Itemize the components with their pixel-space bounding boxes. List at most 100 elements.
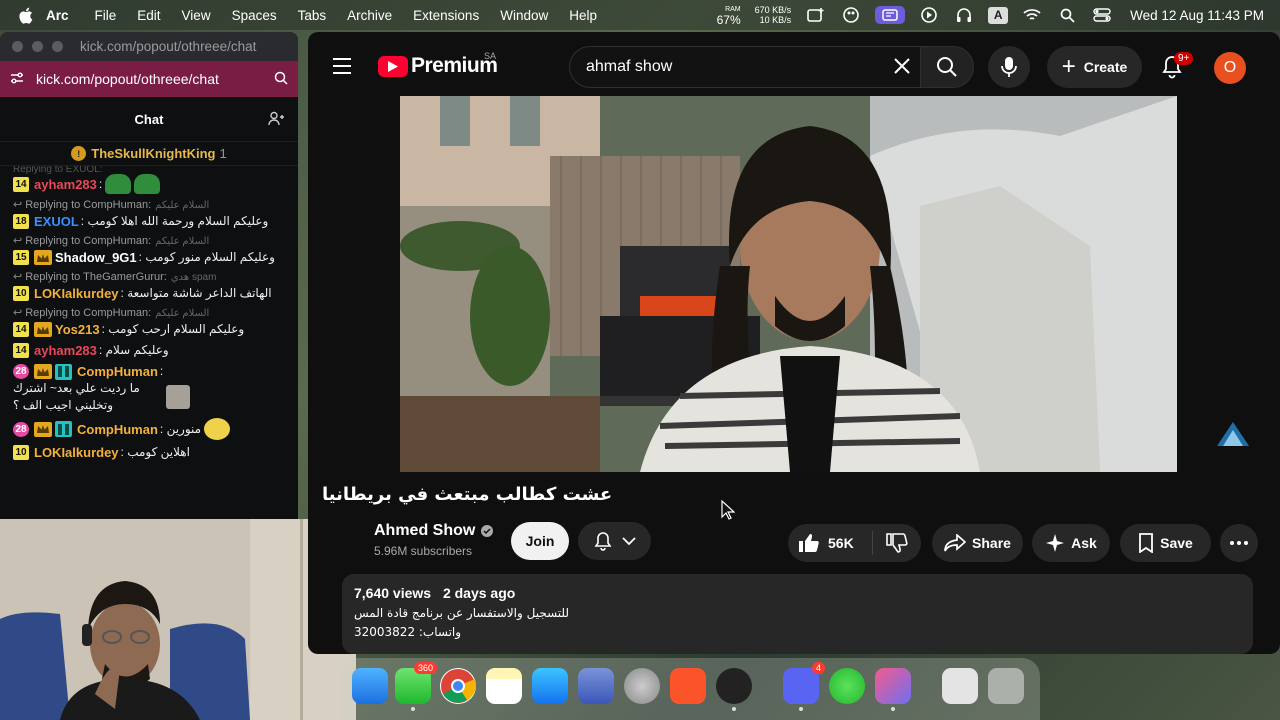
reply-context[interactable]: ↩ Replying to CompHuman: السلام عليكم — [13, 234, 298, 249]
chrome-app-icon[interactable] — [440, 668, 477, 704]
screenshot-icon[interactable] — [805, 6, 827, 24]
menu-window[interactable]: Window — [500, 8, 548, 23]
messages-app-icon[interactable]: 360 — [395, 662, 437, 711]
menu-spaces[interactable]: Spaces — [232, 8, 277, 23]
menu-archive[interactable]: Archive — [347, 8, 392, 23]
chat-username[interactable]: Yos213 — [55, 321, 100, 338]
headphones-icon[interactable] — [953, 6, 975, 24]
obs-app-icon[interactable] — [716, 668, 752, 711]
chat-username[interactable]: Shadow_9G1 — [55, 249, 137, 266]
palette-icon[interactable] — [840, 6, 862, 24]
menu-tabs[interactable]: Tabs — [298, 8, 327, 23]
chat-username[interactable]: LOKIalkurdey — [34, 444, 119, 461]
safari-app-icon[interactable] — [352, 668, 388, 704]
arc-app-icon[interactable] — [875, 668, 911, 711]
menu-edit[interactable]: Edit — [137, 8, 160, 23]
wifi-icon[interactable] — [1021, 6, 1043, 24]
play-circle-icon[interactable] — [918, 6, 940, 24]
crown-icon — [34, 322, 52, 337]
search-input[interactable]: ahmaf show — [569, 46, 926, 88]
trash-icon[interactable] — [988, 668, 1024, 704]
chat-message[interactable]: ↩ Replying to CompHuman: السلام عليكم 14 Y… — [13, 306, 298, 338]
keyboard-input-icon[interactable]: A — [988, 6, 1009, 24]
menu-view[interactable]: View — [182, 8, 211, 23]
join-button[interactable]: Join — [511, 522, 569, 560]
chat-username[interactable]: EXUOL — [34, 213, 79, 230]
pinned-gifter[interactable]: ! TheSkullKnightKing 1 — [0, 142, 298, 166]
network-stat[interactable]: 670 KB/s 10 KB/s — [755, 5, 792, 25]
more-horizontal-icon — [1230, 541, 1248, 545]
mini-player-logo[interactable] — [1215, 420, 1251, 453]
reply-context[interactable]: ↩ Replying to TheGamerGurur: هدي spam — [13, 270, 298, 285]
minimize-window-button[interactable] — [32, 41, 43, 52]
chat-url-bar[interactable]: kick.com/popout/othreee/chat — [0, 61, 298, 97]
more-actions-button[interactable] — [1220, 524, 1258, 562]
discord-app-icon[interactable]: 4 — [783, 662, 825, 711]
zoom-search-icon[interactable] — [274, 71, 288, 88]
ask-button[interactable]: Ask — [1032, 524, 1110, 562]
chat-message[interactable]: ↩ Replying to TheGamerGurur: هدي spam 10 L… — [13, 270, 298, 302]
chat-message[interactable]: 28 CompHuman: ما رديت علي بعد~ اشترك وتخ… — [13, 363, 298, 414]
chat-message[interactable]: 10 LOKIalkurdey: اهلاين كومب — [13, 444, 298, 461]
screen-mirror-icon[interactable] — [875, 6, 906, 24]
chat-message-list[interactable]: Replying to EXUOL: 14 ayham283: ↩ Replyin… — [0, 166, 298, 461]
ram-stat[interactable]: RAM 67% — [717, 5, 741, 26]
subscriber-icon — [55, 363, 72, 380]
crown-icon — [34, 364, 52, 379]
search-icon[interactable] — [1056, 6, 1078, 24]
simulator-app-icon[interactable] — [578, 668, 614, 704]
create-button[interactable]: + Create — [1047, 46, 1142, 88]
apple-icon[interactable] — [18, 6, 36, 24]
menu-help[interactable]: Help — [569, 8, 597, 23]
video-player[interactable] — [400, 96, 1177, 472]
chat-message[interactable]: ↩ Replying to CompHuman: السلام عليكم 15 S… — [13, 234, 298, 266]
voice-search-button[interactable] — [988, 46, 1030, 88]
chat-message[interactable]: ↩ Replying to CompHuman: السلام عليكم 18 E… — [13, 198, 298, 230]
video-description[interactable]: 7,640 views 2 days ago للتسجيل والاستفسا… — [342, 574, 1253, 654]
notes-app-icon[interactable] — [486, 668, 522, 704]
menu-extensions[interactable]: Extensions — [413, 8, 479, 23]
chat-username[interactable]: ayham283 — [34, 176, 97, 193]
menubar-clock[interactable]: Wed 12 Aug 11:43 PM — [1130, 8, 1264, 23]
chat-username[interactable]: CompHuman — [77, 421, 158, 438]
channel-info[interactable]: Ahmed Show 5.96M subscribers — [374, 522, 494, 558]
menu-app-name[interactable]: Arc — [46, 8, 69, 23]
close-window-button[interactable] — [12, 41, 23, 52]
channel-name[interactable]: Ahmed Show — [374, 522, 475, 540]
dislike-button[interactable] — [873, 533, 921, 553]
subscription-bell-button[interactable] — [578, 522, 651, 560]
find-my-app-icon[interactable] — [829, 668, 865, 704]
clear-search-icon[interactable] — [893, 57, 911, 80]
zoom-window-button[interactable] — [52, 41, 63, 52]
menu-icon[interactable] — [333, 58, 351, 79]
control-center-icon[interactable] — [1091, 6, 1113, 24]
youtube-logo[interactable]: Premium SA — [378, 51, 498, 78]
chat-username[interactable]: ayham283 — [34, 342, 97, 359]
brave-app-icon[interactable] — [670, 668, 706, 704]
streamer-webcam-image — [0, 519, 356, 720]
like-button[interactable]: 56K — [788, 531, 873, 555]
sub-months-badge: 28 — [13, 421, 29, 437]
youtube-window: Premium SA ahmaf show + Create 9+ O عشت … — [308, 32, 1280, 654]
sub-months-badge: 14 — [13, 343, 29, 358]
reply-context[interactable]: ↩ Replying to CompHuman: السلام عليكم — [13, 198, 298, 213]
site-settings-icon[interactable] — [10, 71, 26, 87]
save-button[interactable]: Save — [1120, 524, 1211, 562]
chat-message[interactable]: 28 CompHuman: منورين — [13, 418, 298, 440]
downloads-stack-icon[interactable] — [942, 668, 978, 704]
menu-file[interactable]: File — [95, 8, 117, 23]
reply-arrow-icon: ↩ — [13, 271, 23, 283]
system-settings-app-icon[interactable] — [624, 668, 660, 704]
search-button[interactable] — [920, 46, 974, 88]
chat-message[interactable]: 14 ayham283: وعليكم سلام — [13, 342, 298, 359]
share-label: Share — [972, 535, 1011, 551]
reply-context[interactable]: ↩ Replying to CompHuman: السلام عليكم — [13, 306, 298, 321]
share-button[interactable]: Share — [932, 524, 1023, 562]
chat-username[interactable]: CompHuman — [77, 363, 158, 380]
chat-message[interactable]: 14 ayham283: — [13, 174, 298, 194]
chat-username[interactable]: LOKIalkurdey — [34, 285, 119, 302]
notifications-button[interactable]: 9+ — [1160, 52, 1194, 85]
users-icon[interactable] — [268, 111, 284, 129]
account-avatar[interactable]: O — [1214, 52, 1246, 84]
app-store-app-icon[interactable] — [532, 668, 568, 704]
